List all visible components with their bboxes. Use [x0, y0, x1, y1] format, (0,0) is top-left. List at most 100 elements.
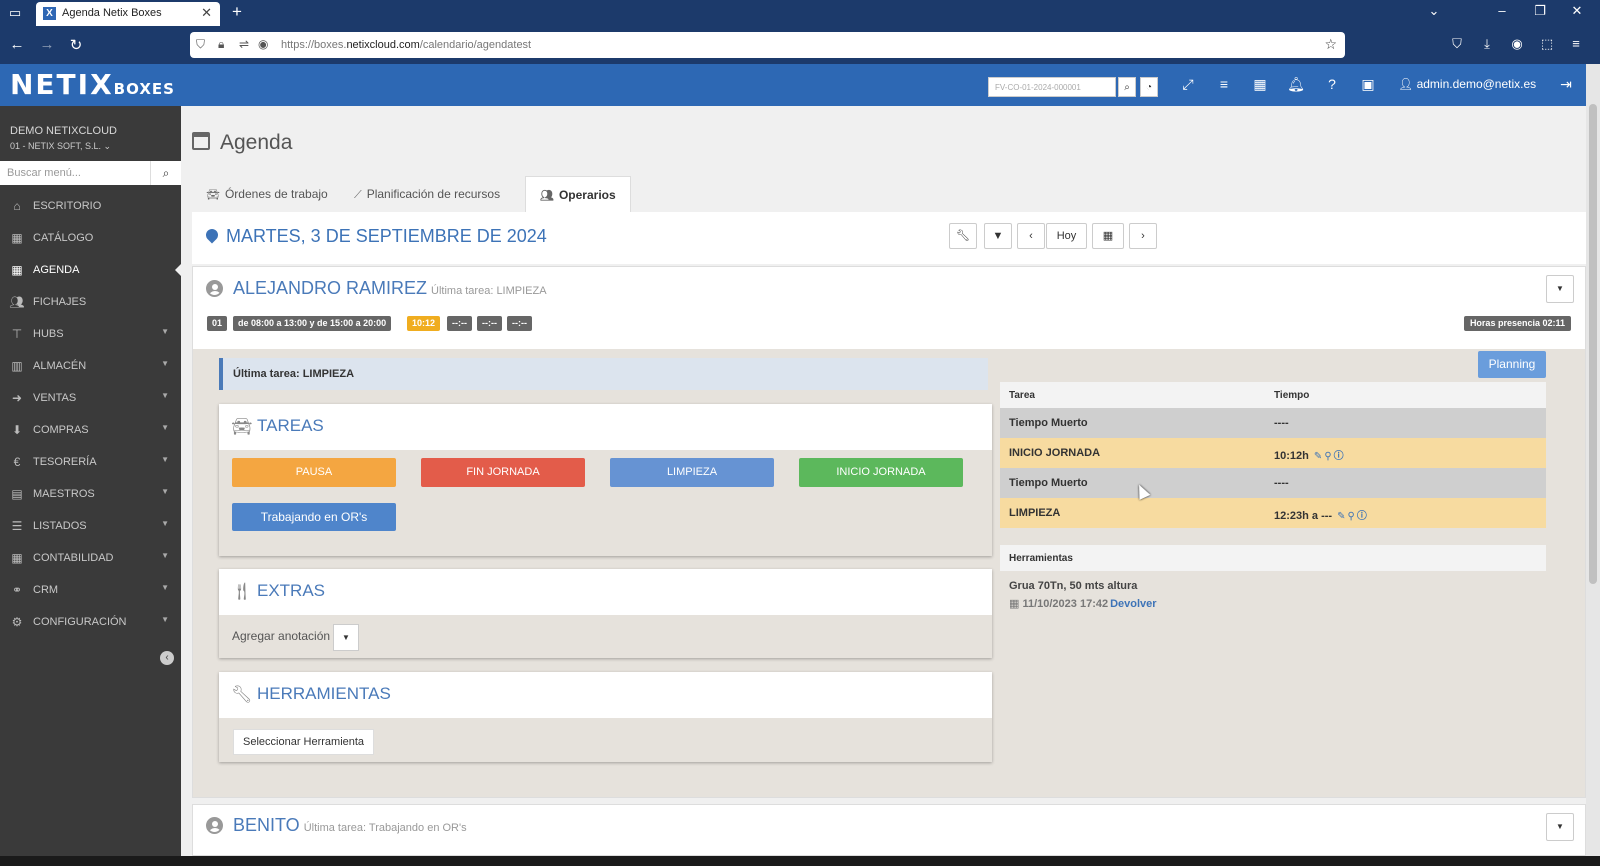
back-icon[interactable]: ← — [7, 36, 27, 53]
sidebar-item-tesoreria[interactable]: € TESORERÍA ▼ — [0, 446, 181, 478]
bell-icon[interactable]: 🔔︎ — [1286, 76, 1306, 93]
sidebar-item-listados[interactable]: ☰ LISTADOS ▼ — [0, 510, 181, 542]
location-icon[interactable]: ◉ — [258, 37, 268, 51]
operator-dropdown-button[interactable]: ▼ — [1546, 275, 1574, 303]
edit-icon[interactable]: ✎ — [1337, 511, 1345, 522]
menu-search-icon[interactable]: ⌕ — [150, 161, 181, 185]
utensils-icon: 🍴︎ — [231, 582, 253, 601]
sidebar-item-crm[interactable]: ⚭ CRM ▼ — [0, 574, 181, 606]
operator-name: ALEJANDRO RAMIREZ Última tarea: LIMPIEZA — [233, 278, 547, 298]
hub-icon: ⊤ — [11, 327, 23, 341]
restore-icon[interactable]: ❐ — [1530, 3, 1550, 19]
return-tool-link[interactable]: Devolver — [1110, 598, 1156, 610]
calendar-button[interactable]: ▦ — [1092, 223, 1124, 249]
company-selector[interactable]: DEMO NETIXCLOUD 01 - NETIX SOFT, S.L. ⌄ — [10, 124, 117, 154]
purchases-icon: ⬇ — [11, 423, 23, 437]
edit-icon[interactable]: ✎ — [1314, 451, 1322, 462]
address-bar[interactable]: ⛉ 🔒︎ ⇌ ◉ https://boxes.netixcloud.com/ca… — [190, 32, 1345, 58]
table-row: Tiempo Muerto ---- — [1000, 468, 1546, 498]
chevron-down-icon: ▼ — [161, 423, 169, 432]
fin-jornada-button[interactable]: FIN JORNADA — [421, 458, 585, 487]
chevron-down-icon: ▼ — [161, 487, 169, 496]
bookmark-star-icon[interactable]: ☆ — [1324, 36, 1337, 53]
browser-tab[interactable]: X Agenda Netix Boxes ✕ — [36, 2, 220, 26]
menu-search-input[interactable]: Buscar menú... — [0, 161, 150, 185]
document-search-input[interactable]: FV-CO-01-2024-000001 — [988, 77, 1116, 97]
fullscreen-icon[interactable]: ⤢ — [1178, 76, 1198, 93]
home-icon: ⌂ — [13, 199, 21, 213]
chevron-down-icon: ▼ — [161, 327, 169, 336]
camera-icon[interactable]: ▣ — [1358, 76, 1378, 93]
pocket-icon[interactable]: ⛉ — [1447, 36, 1467, 52]
tools-panel: 🔧︎ HERRAMIENTAS Seleccionar Herramienta — [219, 672, 992, 762]
planning-button[interactable]: Planning — [1478, 351, 1546, 378]
search-icon[interactable]: ⌕ — [1118, 77, 1136, 97]
select-tool-button[interactable]: Seleccionar Herramienta — [233, 729, 375, 755]
table-icon: ▦ — [11, 551, 23, 565]
shield-icon[interactable]: ⛉ — [196, 37, 205, 52]
menu-bars-icon[interactable]: ≡ — [1214, 76, 1234, 92]
extensions-icon[interactable]: ⬚ — [1537, 36, 1557, 52]
reload-icon[interactable]: ↻ — [66, 36, 86, 54]
browser-tab-title: Agenda Netix Boxes — [62, 7, 162, 19]
scrollbar-thumb[interactable] — [1589, 104, 1597, 584]
tab-list-chevron-icon[interactable]: ⌄ — [1424, 3, 1444, 19]
bottom-strip — [0, 856, 1600, 866]
next-day-button[interactable]: › — [1129, 223, 1157, 249]
calendar-icon: ▦ — [1009, 598, 1023, 610]
trabajando-ors-button[interactable]: Trabajando en OR's — [232, 503, 396, 531]
prev-day-button[interactable]: ‹ — [1017, 223, 1045, 249]
sidebar-item-agenda[interactable]: ▦ AGENDA — [0, 254, 181, 286]
minimize-icon[interactable]: – — [1492, 3, 1512, 18]
sidebar-item-compras[interactable]: ⬇ COMPRAS ▼ — [0, 414, 181, 446]
user-icon: 👤︎ — [1398, 77, 1417, 91]
sidebar-item-hubs[interactable]: ⊤ HUBS ▼ — [0, 318, 181, 350]
today-button[interactable]: Hoy — [1046, 223, 1087, 249]
new-tab-icon[interactable]: + — [232, 2, 242, 22]
user-menu[interactable]: 👤︎ admin.demo@netix.es — [1398, 77, 1536, 91]
collapse-sidebar-icon[interactable]: ‹ — [160, 651, 174, 665]
pausa-button[interactable]: PAUSA — [232, 458, 396, 487]
close-tab-icon[interactable]: ✕ — [201, 5, 212, 21]
window-menu-icon[interactable]: ▭ — [6, 4, 24, 22]
sidebar-item-fichajes[interactable]: 👥︎ FICHAJES — [0, 286, 181, 318]
forward-icon[interactable]: → — [37, 36, 57, 53]
page-scrollbar[interactable] — [1586, 64, 1600, 856]
help-icon[interactable]: ? — [1322, 76, 1342, 92]
sidebar-item-contabilidad[interactable]: ▦ CONTABILIDAD ▼ — [0, 542, 181, 574]
operator-dropdown-button[interactable]: ▼ — [1546, 813, 1574, 841]
map-marker-icon[interactable]: ⚲ — [1348, 511, 1355, 522]
download-icon[interactable]: ⤓ — [1477, 36, 1497, 52]
netix-logo[interactable]: NETIXBOXES — [10, 68, 175, 101]
filter-icon: ▼ — [992, 230, 1004, 242]
permissions-icon[interactable]: ⇌ — [239, 37, 249, 51]
tab-operarios[interactable]: 👥︎ Operarios — [525, 176, 631, 212]
browser-menu-icon[interactable]: ≡ — [1566, 36, 1586, 51]
limpieza-button[interactable]: LIMPIEZA — [610, 458, 774, 487]
sidebar-item-escritorio[interactable]: ⌂ ESCRITORIO — [0, 190, 181, 222]
rss-icon[interactable]: ◔ — [1140, 77, 1158, 97]
account-icon[interactable]: ◉ — [1507, 36, 1527, 52]
logout-icon[interactable]: ⇥ — [1556, 76, 1576, 93]
car-icon: 🚘︎ — [206, 189, 220, 201]
close-window-icon[interactable]: ✕ — [1567, 3, 1587, 19]
wrench-button[interactable]: 🔧︎ — [949, 223, 977, 249]
lock-icon[interactable]: 🔒︎ — [218, 37, 224, 52]
info-icon[interactable]: ⓘ — [1357, 511, 1367, 522]
inicio-jornada-button[interactable]: INICIO JORNADA — [799, 458, 963, 487]
sidebar-item-almacen[interactable]: ▥ ALMACÉN ▼ — [0, 350, 181, 382]
sidebar-item-catalogo[interactable]: ▦ CATÁLOGO — [0, 222, 181, 254]
map-marker-icon[interactable]: ⚲ — [1324, 451, 1331, 462]
sidebar-item-maestros[interactable]: ▤ MAESTROS ▼ — [0, 478, 181, 510]
calendar-icon[interactable]: ▦ — [1250, 76, 1270, 93]
sidebar-item-configuracion[interactable]: ⚙ CONFIGURACIÓN ▼ — [0, 606, 181, 638]
last-task-box: Última tarea: LIMPIEZA — [219, 358, 988, 390]
tab-planificacion-recursos[interactable]: ⟋ Planificación de recursos — [340, 176, 514, 212]
calendar-icon: ▦ — [1102, 230, 1114, 242]
info-icon[interactable]: ⓘ — [1334, 451, 1344, 462]
sidebar-item-ventas[interactable]: ➜ VENTAS ▼ — [0, 382, 181, 414]
sales-icon: ➜ — [11, 391, 23, 405]
filter-button[interactable]: ▼ — [984, 223, 1012, 249]
add-annotation-dropdown[interactable]: ▼ — [333, 624, 359, 651]
tab-ordenes-trabajo[interactable]: 🚘︎ Órdenes de trabajo — [192, 176, 342, 212]
